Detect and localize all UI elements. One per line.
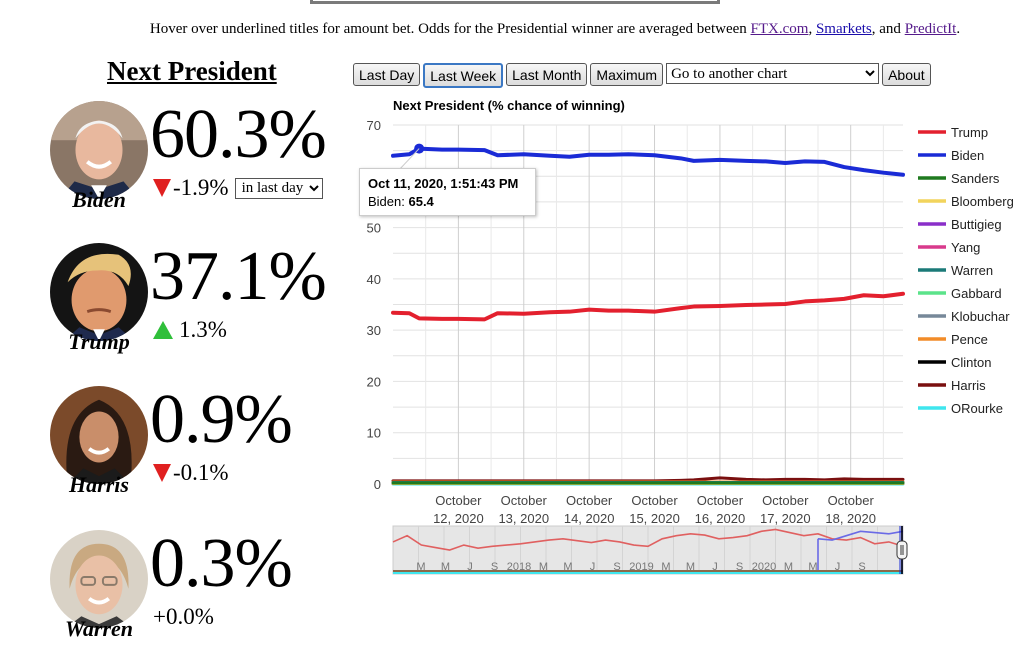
navigator-label: M: [784, 561, 793, 573]
tooltip-date: Oct 11, 2020, 1:51:43 PM: [368, 176, 519, 191]
legend-label: Clinton: [951, 355, 991, 370]
x-tick-date: 18, 2020: [825, 511, 876, 526]
x-axis: October 12, 2020 October 13, 2020 October 14,…: [433, 493, 876, 526]
navigator-label: J: [712, 561, 718, 573]
legend-item-klobuchar[interactable]: Klobuchar: [918, 309, 1010, 324]
navigator-label: M: [539, 561, 548, 573]
navigator-label: S: [491, 561, 498, 573]
navigator-label: J: [467, 561, 473, 573]
navigator-label: J: [835, 561, 841, 573]
legend-label: Harris: [951, 378, 986, 393]
x-tick-label: October 12, 2020: [433, 493, 484, 526]
navigator-label: 2018: [507, 561, 531, 573]
navigator-label: M: [808, 561, 817, 573]
x-tick-date: 17, 2020: [760, 511, 811, 526]
chart-legend[interactable]: Trump Biden Sanders Bloomberg Buttigieg Yang W…: [918, 125, 1014, 416]
x-tick-date: 15, 2020: [629, 511, 680, 526]
legend-label: Trump: [951, 125, 988, 140]
x-tick-date: 13, 2020: [498, 511, 549, 526]
x-tick-label: October 17, 2020: [760, 493, 811, 526]
tooltip-label: Biden:: [368, 194, 409, 209]
odds-chart[interactable]: Next President (% chance of winning) 0 10…: [0, 0, 1024, 667]
legend-label: Buttigieg: [951, 217, 1002, 232]
legend-label: Klobuchar: [951, 309, 1010, 324]
legend-item-warren[interactable]: Warren: [918, 263, 993, 278]
x-tick-label: October 15, 2020: [629, 493, 680, 526]
x-tick-date: 14, 2020: [564, 511, 615, 526]
navigator-label: M: [416, 561, 425, 573]
range-navigator[interactable]: M M J S 2018 M M J S 2019 M M J S 2020 M M J S: [392, 525, 908, 575]
x-tick-month: October: [501, 493, 548, 508]
legend-label: Pence: [951, 332, 988, 347]
legend-label: ORourke: [951, 401, 1003, 416]
y-tick-label: 50: [367, 221, 381, 236]
x-tick-label: October 18, 2020: [825, 493, 876, 526]
navigator-label: 2020: [752, 561, 776, 573]
navigator-label: M: [686, 561, 695, 573]
legend-label: Sanders: [951, 171, 1000, 186]
legend-label: Warren: [951, 263, 993, 278]
series-line-trump: [391, 291, 905, 322]
x-tick-label: October 13, 2020: [498, 493, 549, 526]
legend-item-clinton[interactable]: Clinton: [918, 355, 991, 370]
x-tick-label: October 14, 2020: [564, 493, 615, 526]
x-tick-date: 16, 2020: [695, 511, 746, 526]
navigator-label: M: [661, 561, 670, 573]
navigator-label: 2019: [629, 561, 653, 573]
x-tick-month: October: [828, 493, 875, 508]
x-tick-month: October: [566, 493, 613, 508]
navigator-label: S: [613, 561, 620, 573]
legend-label: Bloomberg: [951, 194, 1014, 209]
navigator-label: S: [736, 561, 743, 573]
navigator-label: M: [441, 561, 450, 573]
tooltip-body: Biden: 65.4: [368, 193, 527, 211]
legend-label: Gabbard: [951, 286, 1002, 301]
navigator-handle[interactable]: [896, 540, 908, 560]
navigator-label: J: [590, 561, 596, 573]
legend-item-buttigieg[interactable]: Buttigieg: [918, 217, 1002, 232]
legend-item-yang[interactable]: Yang: [918, 240, 980, 255]
x-tick-month: October: [631, 493, 678, 508]
navigator-label: S: [858, 561, 865, 573]
x-tick-month: October: [435, 493, 482, 508]
y-tick-label: 0: [374, 477, 381, 492]
tooltip-title: Oct 11, 2020, 1:51:43 PM: [368, 175, 527, 193]
x-tick-month: October: [762, 493, 809, 508]
y-tick-label: 20: [367, 374, 381, 389]
chart-tooltip: Oct 11, 2020, 1:51:43 PM Biden: 65.4: [359, 168, 536, 216]
navigator-label: M: [563, 561, 572, 573]
x-tick-label: October 16, 2020: [695, 493, 746, 526]
legend-item-orourke[interactable]: ORourke: [918, 401, 1003, 416]
y-tick-label: 30: [367, 323, 381, 338]
x-tick-month: October: [697, 493, 744, 508]
y-tick-label: 70: [367, 118, 381, 133]
y-tick-label: 10: [367, 426, 381, 441]
tooltip-value: 65.4: [408, 194, 434, 209]
legend-item-gabbard[interactable]: Gabbard: [918, 286, 1002, 301]
x-tick-date: 12, 2020: [433, 511, 484, 526]
legend-item-bloomberg[interactable]: Bloomberg: [918, 194, 1014, 209]
legend-item-biden[interactable]: Biden: [918, 148, 984, 163]
chart-title: Next President (% chance of winning): [393, 98, 625, 113]
legend-item-sanders[interactable]: Sanders: [918, 171, 1000, 186]
legend-item-pence[interactable]: Pence: [918, 332, 988, 347]
legend-item-harris[interactable]: Harris: [918, 378, 986, 393]
legend-label: Yang: [951, 240, 980, 255]
legend-item-trump[interactable]: Trump: [918, 125, 988, 140]
legend-label: Biden: [951, 148, 984, 163]
y-tick-label: 40: [367, 272, 381, 287]
